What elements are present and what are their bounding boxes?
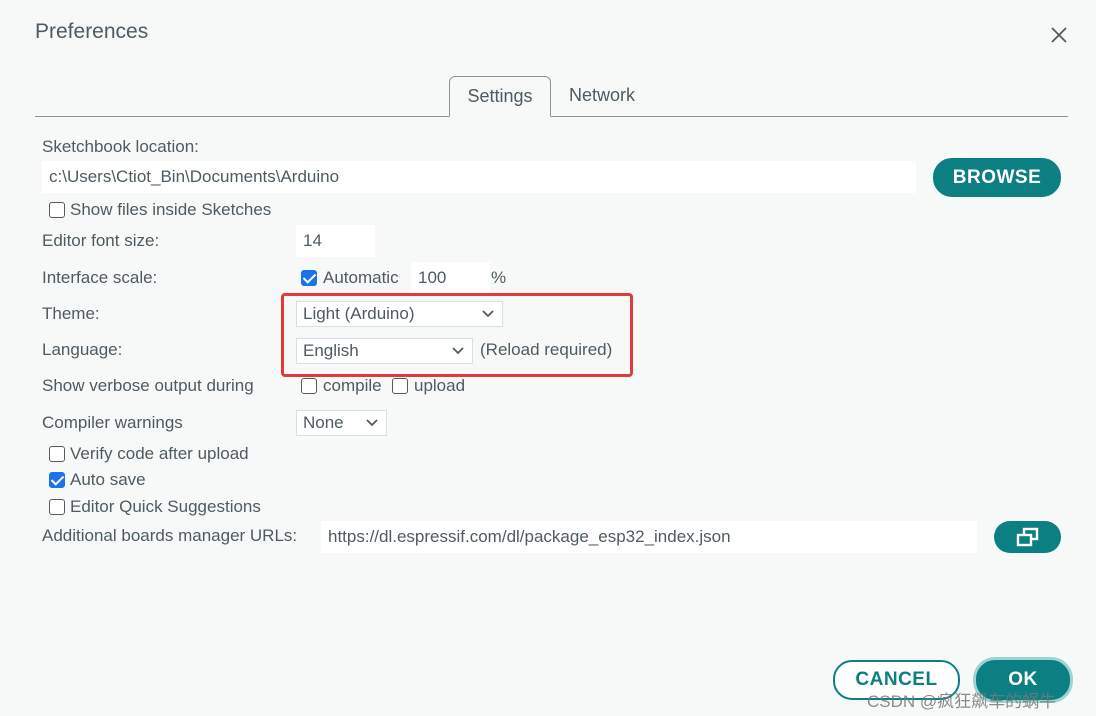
chevron-down-icon (452, 347, 464, 355)
automatic-scale-label: Automatic (323, 268, 399, 287)
watermark-text: CSDN @疯狂飙车的蜗牛 (867, 692, 1057, 711)
language-select[interactable]: English (296, 338, 473, 364)
language-label: Language: (42, 340, 123, 359)
theme-label: Theme: (42, 304, 100, 323)
interface-scale-label: Interface scale: (42, 268, 158, 287)
close-icon[interactable] (1048, 24, 1070, 46)
tab-bar: Settings Network (35, 76, 1068, 117)
verbose-upload-label: upload (414, 376, 466, 395)
quick-suggestions-label: Editor Quick Suggestions (70, 497, 261, 516)
font-size-label: Editor font size: (42, 231, 160, 250)
show-files-label: Show files inside Sketches (70, 200, 272, 219)
chevron-down-icon (482, 310, 494, 318)
tab-settings[interactable]: Settings (449, 76, 551, 117)
verbose-upload-checkbox[interactable] (392, 378, 408, 394)
compiler-warnings-label: Compiler warnings (42, 413, 183, 432)
reload-required-note: (Reload required) (480, 340, 613, 359)
browse-button[interactable]: BROWSE (933, 158, 1061, 197)
show-files-checkbox[interactable] (49, 202, 65, 218)
interface-scale-unit: % (491, 268, 507, 287)
chevron-down-icon (366, 419, 378, 427)
verbose-compile-checkbox[interactable] (301, 378, 317, 394)
compiler-warnings-select[interactable]: None (296, 410, 387, 436)
theme-select-value: Light (Arduino) (303, 304, 415, 323)
boards-urls-input[interactable]: https://dl.espressif.com/dl/package_esp3… (321, 521, 977, 553)
language-select-value: English (303, 341, 359, 360)
font-size-input[interactable]: 14 (296, 225, 375, 257)
tab-network[interactable]: Network (569, 76, 635, 114)
compiler-warnings-value: None (303, 413, 344, 432)
sketchbook-path-input[interactable]: c:\Users\Ctiot_Bin\Documents\Arduino (42, 161, 916, 193)
verify-code-checkbox[interactable] (49, 446, 65, 462)
auto-save-label: Auto save (70, 470, 146, 489)
auto-save-checkbox[interactable] (49, 472, 65, 488)
interface-scale-input[interactable]: 100 (411, 262, 490, 294)
dialog-title: Preferences (35, 20, 149, 43)
verify-code-label: Verify code after upload (70, 444, 249, 463)
theme-select[interactable]: Light (Arduino) (296, 301, 503, 327)
edit-urls-button[interactable] (994, 521, 1061, 553)
boards-urls-label: Additional boards manager URLs: (42, 526, 298, 545)
verbose-label: Show verbose output during (42, 376, 254, 395)
verbose-compile-label: compile (323, 376, 382, 395)
open-window-icon (1016, 527, 1039, 547)
preferences-dialog: Preferences Settings Network Sketchbook … (0, 0, 1096, 716)
automatic-scale-checkbox[interactable] (301, 270, 317, 286)
sketchbook-label: Sketchbook location: (42, 137, 199, 156)
quick-suggestions-checkbox[interactable] (49, 499, 65, 515)
